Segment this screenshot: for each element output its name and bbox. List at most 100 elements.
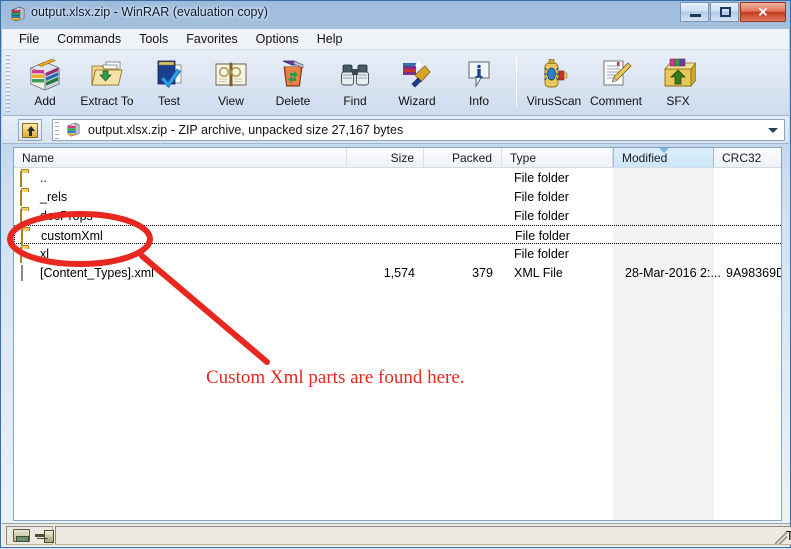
column-header-size[interactable]: Size — [347, 148, 424, 167]
cell-type: File folder — [514, 246, 569, 261]
toolbar: Add Extract To Test View Delete Find Wiz… — [2, 50, 789, 116]
maximize-button[interactable] — [710, 2, 739, 22]
drive-icon[interactable] — [13, 529, 30, 542]
cell-size — [347, 206, 424, 225]
toolbar-button-add[interactable]: Add — [14, 52, 76, 114]
info-balloon-icon — [461, 57, 497, 91]
status-icons-panel — [6, 526, 54, 545]
add-archive-icon — [27, 57, 63, 91]
cell-size: 1,574 — [383, 265, 415, 280]
toolbar-button-info[interactable]: Info — [448, 52, 510, 114]
menu-bar: File Commands Tools Favorites Options He… — [2, 29, 789, 50]
toolbar-label-view: View — [218, 94, 244, 108]
toolbar-label-add: Add — [34, 94, 56, 108]
toolbar-label-info: Info — [468, 94, 489, 108]
cell-crc32 — [720, 187, 781, 206]
cell-crc32 — [720, 244, 781, 263]
file-list-body: .. File folder _rels File folder docProp… — [14, 168, 782, 520]
cell-size — [347, 168, 424, 187]
toolbar-label-find: Find — [343, 94, 367, 108]
toolbar-label-sfx: SFX — [666, 94, 690, 108]
cell-modified — [620, 226, 721, 245]
toolbar-label-delete: Delete — [275, 94, 311, 108]
toolbar-button-extract-to[interactable]: Extract To — [76, 52, 138, 114]
menu-item-tools[interactable]: Tools — [130, 30, 177, 48]
menu-item-help[interactable]: Help — [308, 30, 352, 48]
cell-type: File folder — [515, 228, 570, 243]
file-list: Name Size Packed Type Modified CRC32 .. … — [13, 147, 782, 521]
toolbar-button-view[interactable]: View — [200, 52, 262, 114]
test-check-icon — [151, 57, 187, 91]
cell-type: XML File — [514, 265, 563, 280]
cell-packed — [424, 206, 502, 225]
cell-crc32 — [721, 226, 781, 245]
cell-packed: 379 — [472, 265, 493, 280]
table-row[interactable]: docProps File folder — [14, 206, 781, 225]
menu-item-favorites[interactable]: Favorites — [177, 30, 246, 48]
toolbar-separator — [516, 57, 517, 107]
menu-item-commands[interactable]: Commands — [48, 30, 130, 48]
column-header-name[interactable]: Name — [14, 148, 347, 167]
column-header-packed[interactable]: Packed — [424, 148, 502, 167]
cell-packed — [424, 168, 502, 187]
close-button[interactable]: ✕ — [740, 2, 786, 22]
table-row[interactable]: [Content_Types].xml 1,574 379 XML File 2… — [14, 263, 782, 282]
table-row[interactable]: _rels File folder — [14, 187, 781, 206]
menu-item-options[interactable]: Options — [247, 30, 308, 48]
view-book-icon — [213, 57, 249, 91]
extract-folder-icon — [89, 57, 125, 91]
file-list-header: Name Size Packed Type Modified CRC32 — [14, 148, 781, 168]
minimize-button[interactable] — [680, 2, 709, 22]
toolbar-button-wizard[interactable]: Wizard — [386, 52, 448, 114]
cell-modified — [619, 168, 720, 187]
archive-path-bar[interactable]: output.xlsx.zip - ZIP archive, unpacked … — [52, 119, 785, 141]
folder-icon — [20, 170, 36, 187]
table-row[interactable]: xl File folder — [14, 244, 781, 263]
cell-modified: 28-Mar-2016 2:... — [625, 265, 721, 280]
folder-icon — [20, 208, 36, 225]
cell-modified — [619, 244, 720, 263]
toolbar-button-comment[interactable]: Comment — [585, 52, 647, 114]
cell-crc32: 9A98369D — [726, 265, 782, 280]
toolbar-grip[interactable] — [6, 54, 10, 112]
toolbar-button-sfx[interactable]: SFX — [647, 52, 709, 114]
archive-path-text: output.xlsx.zip - ZIP archive, unpacked … — [88, 123, 404, 137]
toolbar-button-virusscan[interactable]: VirusScan — [523, 52, 585, 114]
cell-packed — [425, 226, 503, 245]
archive-books-icon — [65, 122, 81, 138]
cell-name: .. — [14, 168, 347, 187]
toolbar-button-test[interactable]: Test — [138, 52, 200, 114]
resize-grip-icon[interactable] — [775, 532, 787, 544]
cell-name: customXml — [15, 226, 348, 245]
toolbar-button-find[interactable]: Find — [324, 52, 386, 114]
virusscan-spray-icon — [536, 57, 572, 91]
status-bar: Total 4 folders and 1,574 bytes in 1 fil… — [2, 523, 791, 546]
xml-file-icon — [20, 264, 36, 281]
cell-packed — [424, 244, 502, 263]
column-header-crc32[interactable]: CRC32 — [714, 148, 781, 167]
cell-type: File folder — [514, 189, 569, 204]
menu-item-file[interactable]: File — [10, 30, 48, 48]
find-binoculars-icon — [337, 57, 373, 91]
cell-size — [348, 226, 425, 245]
cell-type: File folder — [514, 170, 569, 185]
window-controls: ✕ — [679, 2, 786, 23]
cell-type: File folder — [514, 208, 569, 223]
toolbar-button-delete[interactable]: Delete — [262, 52, 324, 114]
column-header-modified[interactable]: Modified — [613, 148, 714, 167]
folder-icon — [20, 246, 36, 263]
toolbar-label-comment: Comment — [589, 94, 642, 108]
up-one-level-button[interactable] — [18, 119, 42, 141]
wizard-hat-icon — [399, 57, 435, 91]
column-header-type[interactable]: Type — [502, 148, 613, 167]
cell-crc32 — [720, 168, 781, 187]
table-row[interactable]: .. File folder — [14, 168, 781, 187]
table-row-focused[interactable]: customXml File folder — [14, 225, 781, 245]
folder-icon — [21, 228, 37, 245]
winrar-window: output.xlsx.zip - WinRAR (evaluation cop… — [0, 0, 791, 548]
cell-packed — [424, 187, 502, 206]
toolbar-label-test: Test — [157, 94, 180, 108]
toolbar-label-wizard: Wizard — [398, 94, 436, 108]
key-icon[interactable] — [35, 530, 54, 543]
chevron-down-icon[interactable] — [768, 128, 778, 133]
